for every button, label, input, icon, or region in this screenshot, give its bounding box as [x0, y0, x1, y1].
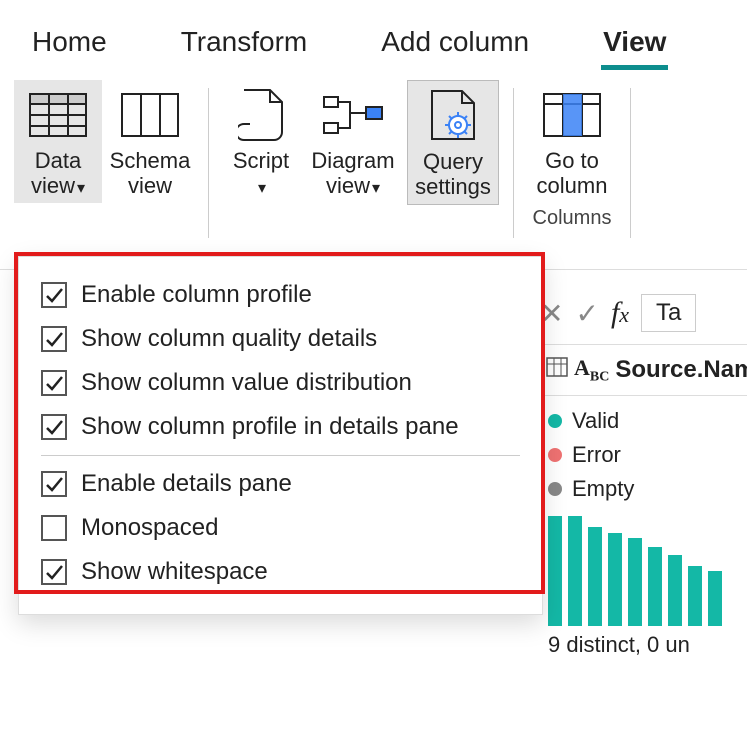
option-label: Monospaced [81, 514, 218, 542]
dot-valid-icon [548, 414, 562, 428]
go-to-column-button[interactable]: Go to column [528, 80, 616, 203]
chevron-down-icon: ▾ [372, 180, 380, 197]
fx-icon[interactable]: fx [611, 296, 629, 330]
query-settings-button[interactable]: Query settings [407, 80, 499, 205]
accept-icon[interactable]: ✓ [575, 297, 598, 330]
option-label: Show whitespace [81, 558, 268, 586]
query-settings-icon [417, 85, 489, 147]
script-icon [225, 84, 297, 146]
goto-column-label-1: Go to [545, 148, 599, 173]
dot-error-icon [548, 448, 562, 462]
option-show-whitespace[interactable]: Show whitespace [37, 550, 524, 594]
option-enable-details-pane[interactable]: Enable details pane [37, 462, 524, 506]
histogram-bar [588, 527, 602, 626]
formula-bar: ✕ ✓ fx Ta [540, 290, 747, 345]
empty-stat: Empty [540, 472, 747, 506]
separator [513, 88, 514, 238]
preview-pane: ✕ ✓ fx Ta ABC Source.Nam Valid Error Emp… [540, 290, 747, 664]
histogram-bar [628, 538, 642, 626]
column-name: Source.Nam [615, 356, 747, 384]
ribbon-group-layout: Data view▾ Schema view [14, 80, 194, 269]
schema-view-label-2: view [128, 173, 172, 198]
histogram-bar [568, 516, 582, 626]
option-show-value-distribution[interactable]: Show column value distribution [37, 361, 524, 405]
cancel-icon[interactable]: ✕ [540, 297, 563, 330]
diagram-icon [317, 84, 389, 146]
ribbon-group-views: Script ▾ Diagram view▾ [223, 80, 499, 269]
histogram-bar [688, 566, 702, 627]
option-show-profile-details[interactable]: Show column profile in details pane [37, 405, 524, 449]
ribbon-tabs: Home Transform Add column View [0, 0, 747, 70]
chevron-down-icon: ▾ [258, 180, 266, 197]
columns-group-caption: Columns [533, 207, 612, 230]
value-distribution-histogram [540, 506, 747, 626]
tab-add-column[interactable]: Add column [379, 18, 531, 70]
data-view-label-1: Data [35, 148, 81, 173]
error-label: Error [572, 442, 621, 468]
schema-view-label-1: Schema [110, 148, 191, 173]
query-settings-label-2: settings [415, 174, 491, 199]
histogram-bar [548, 516, 562, 626]
option-show-column-quality[interactable]: Show column quality details [37, 317, 524, 361]
data-view-dropdown: Enable column profile Show column qualit… [18, 256, 543, 615]
option-label: Show column quality details [81, 325, 377, 353]
histogram-bar [708, 571, 722, 626]
diagram-view-button[interactable]: Diagram view▾ [303, 80, 403, 205]
checkbox-icon [41, 370, 67, 396]
data-view-label-2: view [31, 173, 75, 198]
data-view-button[interactable]: Data view▾ [14, 80, 102, 203]
diagram-view-label-2: view [326, 173, 370, 198]
option-label: Show column value distribution [81, 369, 412, 397]
diagram-view-label-1: Diagram [311, 148, 394, 173]
chevron-down-icon: ▾ [77, 180, 85, 197]
separator [208, 88, 209, 238]
dot-empty-icon [548, 482, 562, 496]
checkbox-icon [41, 471, 67, 497]
option-monospaced[interactable]: Monospaced [37, 506, 524, 550]
table-icon [22, 84, 94, 146]
checkbox-icon [41, 559, 67, 585]
checkbox-icon [41, 414, 67, 440]
goto-column-label-2: column [537, 173, 608, 198]
text-type-icon: ABC [574, 355, 609, 385]
error-stat: Error [540, 438, 747, 472]
histogram-bar [668, 555, 682, 627]
option-enable-column-profile[interactable]: Enable column profile [37, 273, 524, 317]
separator [41, 455, 520, 456]
table-mini-icon [546, 356, 568, 384]
valid-stat: Valid [540, 404, 747, 438]
histogram-bar [608, 533, 622, 627]
checkbox-icon [41, 515, 67, 541]
goto-column-icon [536, 84, 608, 146]
separator [630, 88, 631, 238]
columns-icon [114, 84, 186, 146]
checkbox-icon [41, 326, 67, 352]
script-label: Script [233, 148, 289, 173]
tab-view[interactable]: View [601, 18, 668, 70]
formula-input[interactable]: Ta [641, 294, 696, 332]
option-label: Enable details pane [81, 470, 292, 498]
histogram-bar [648, 547, 662, 626]
checkbox-icon [41, 282, 67, 308]
valid-label: Valid [572, 408, 619, 434]
ribbon-group-columns: Go to column Columns [528, 80, 616, 269]
schema-view-button[interactable]: Schema view [106, 80, 194, 203]
option-label: Enable column profile [81, 281, 312, 309]
script-button[interactable]: Script ▾ [223, 80, 299, 205]
tab-home[interactable]: Home [30, 18, 109, 70]
tab-transform[interactable]: Transform [179, 18, 310, 70]
option-label: Show column profile in details pane [81, 413, 459, 441]
empty-label: Empty [572, 476, 634, 502]
column-header[interactable]: ABC Source.Nam [540, 345, 747, 396]
query-settings-label-1: Query [423, 149, 483, 174]
distinct-count-label: 9 distinct, 0 un [540, 626, 747, 664]
ribbon: Data view▾ Schema view [0, 70, 747, 270]
